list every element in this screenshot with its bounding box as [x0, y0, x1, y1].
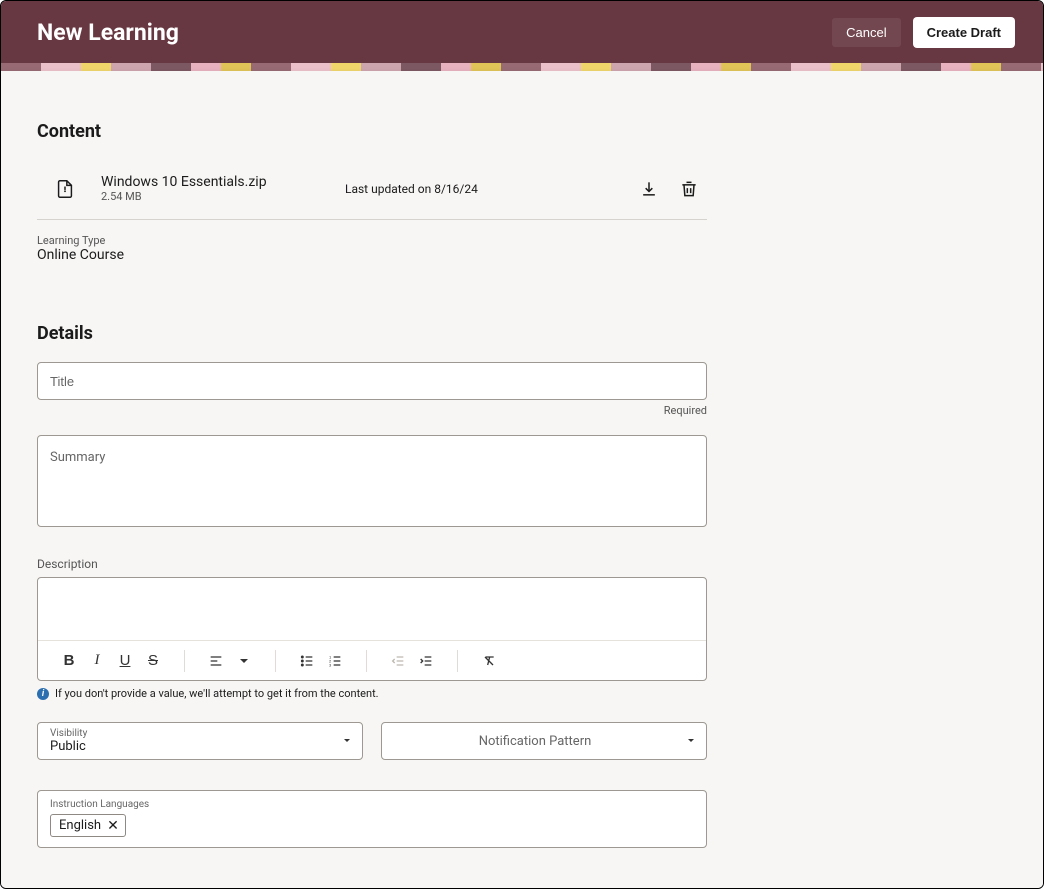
toolbar-divider [275, 650, 276, 672]
outdent-button[interactable] [385, 648, 411, 674]
file-icon [53, 177, 77, 201]
language-chip-label: English [59, 818, 101, 833]
toolbar-divider [366, 650, 367, 672]
underline-button[interactable]: U [112, 648, 138, 674]
description-info-text: If you don't provide a value, we'll atte… [55, 687, 379, 700]
header-buttons: Cancel Create Draft [832, 17, 1015, 48]
page-title: New Learning [37, 19, 179, 46]
visibility-select[interactable]: Visibility Public [37, 722, 363, 760]
editor-toolbar: B I U S [38, 640, 706, 680]
learning-type: Learning Type Online Course [37, 234, 1007, 263]
file-size: 2.54 MB [101, 190, 321, 203]
title-required-label: Required [37, 404, 707, 417]
section-title-content: Content [37, 121, 1007, 142]
toolbar-divider [184, 650, 185, 672]
strikethrough-button[interactable]: S [140, 648, 166, 674]
decorative-strip [1, 63, 1043, 71]
title-input[interactable] [37, 362, 707, 400]
info-icon: i [37, 688, 49, 700]
language-chip: English ✕ [50, 814, 126, 837]
delete-button[interactable] [679, 179, 699, 199]
notification-placeholder: Notification Pattern [479, 734, 592, 749]
cancel-button[interactable]: Cancel [832, 18, 900, 47]
description-info-row: i If you don't provide a value, we'll at… [37, 687, 707, 700]
align-button[interactable] [203, 648, 229, 674]
description-editor: B I U S [37, 577, 707, 681]
instruction-languages-label: Instruction Languages [50, 799, 694, 810]
file-updated: Last updated on 8/16/24 [345, 182, 615, 196]
create-draft-button[interactable]: Create Draft [913, 17, 1015, 48]
toolbar-divider [457, 650, 458, 672]
description-label: Description [37, 557, 707, 571]
content-file-row: Windows 10 Essentials.zip 2.54 MB Last u… [37, 170, 707, 220]
file-name: Windows 10 Essentials.zip [101, 174, 321, 190]
learning-type-value: Online Course [37, 247, 1007, 263]
summary-input[interactable] [37, 435, 707, 527]
bold-button[interactable]: B [56, 648, 82, 674]
visibility-value: Public [50, 739, 332, 755]
indent-button[interactable] [413, 648, 439, 674]
description-content[interactable] [38, 578, 706, 640]
svg-text:3: 3 [329, 662, 332, 667]
chip-remove-icon[interactable]: ✕ [107, 819, 119, 833]
notification-pattern-select[interactable]: Notification Pattern [381, 722, 707, 760]
clear-format-button[interactable] [476, 648, 502, 674]
instruction-languages-field[interactable]: Instruction Languages English ✕ [37, 790, 707, 848]
align-dropdown-button[interactable] [231, 648, 257, 674]
number-list-button[interactable]: 123 [322, 648, 348, 674]
bullet-list-button[interactable] [294, 648, 320, 674]
learning-type-label: Learning Type [37, 234, 1007, 247]
section-title-details: Details [37, 323, 1007, 344]
download-button[interactable] [639, 179, 659, 199]
visibility-label: Visibility [50, 728, 332, 739]
app-header: New Learning Cancel Create Draft [1, 1, 1043, 63]
italic-button[interactable]: I [84, 648, 110, 674]
file-meta: Windows 10 Essentials.zip 2.54 MB [101, 174, 321, 203]
